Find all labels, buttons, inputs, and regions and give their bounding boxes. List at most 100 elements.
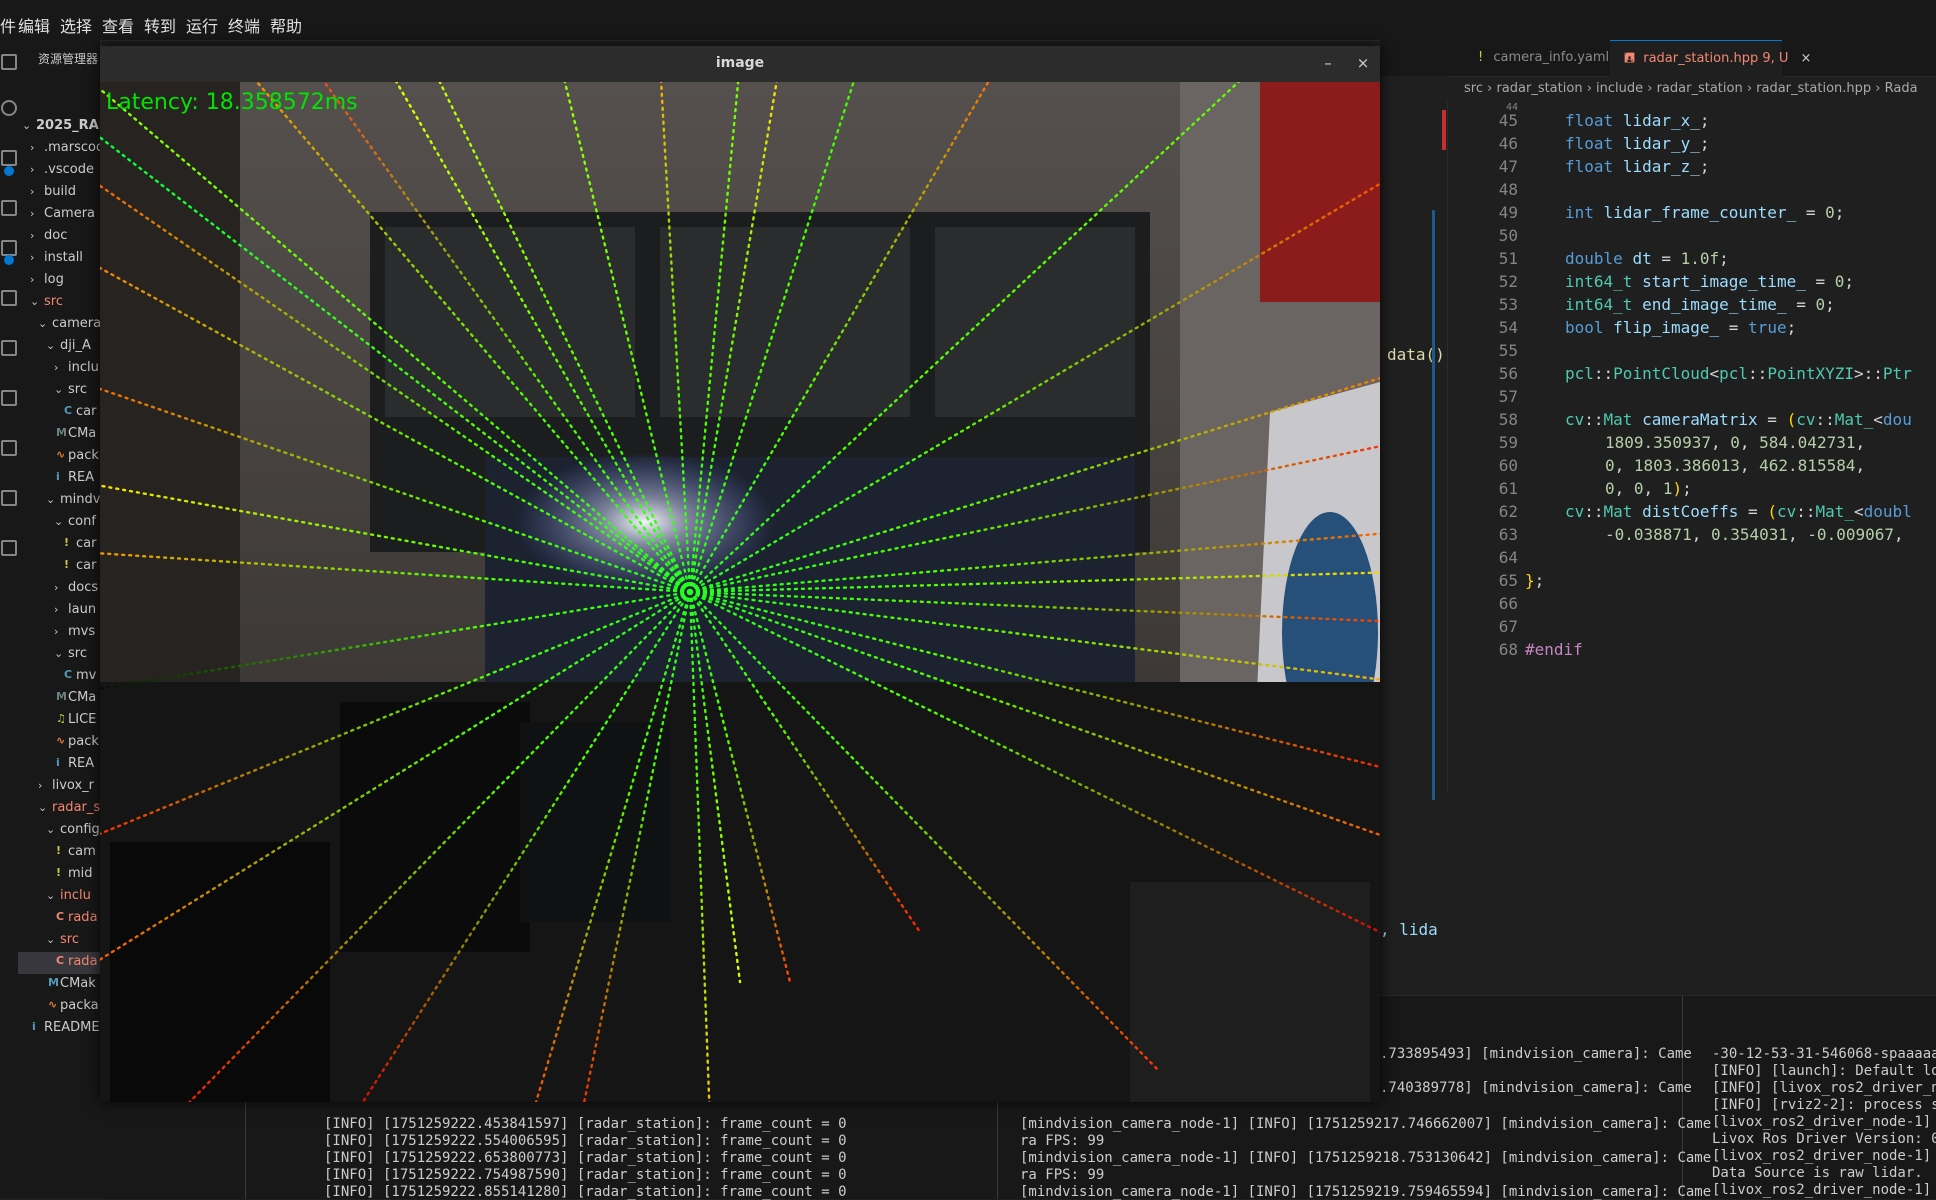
menu-item[interactable]: 帮助 (270, 13, 302, 37)
code-line[interactable]: int lidar_frame_counter_ = 0; (1565, 203, 1844, 222)
git-graph-icon[interactable] (1, 440, 17, 456)
tree-item[interactable]: ⌄ inclu (18, 886, 100, 908)
code-line[interactable]: -0.038871, 0.354031, -0.009067, (1605, 525, 1904, 544)
extensions-icon[interactable] (1, 290, 17, 306)
tree-item[interactable]: ! car (18, 556, 100, 578)
close-tab-icon[interactable]: × (1801, 51, 1812, 66)
timeline-icon[interactable] (1, 490, 17, 506)
code-line[interactable]: cv::Mat distCoeffs = (cv::Mat_<doubl (1565, 502, 1912, 521)
menu-item[interactable]: 运行 (186, 13, 218, 37)
code-line[interactable]: int64_t end_image_time_ = 0; (1565, 295, 1835, 314)
tree-item[interactable]: › mvs (18, 622, 100, 644)
tree-item[interactable]: M CMa (18, 424, 100, 446)
tab-camera-info[interactable]: ! camera_info.yaml (1460, 40, 1609, 76)
tree-item[interactable]: › docs (18, 578, 100, 600)
tree-item[interactable]: Cmv (18, 666, 100, 688)
line-number: 58 (1498, 410, 1518, 429)
tree-item[interactable]: i REA (18, 468, 100, 490)
tree-item[interactable]: Ccar (18, 402, 100, 424)
code-line[interactable]: double dt = 1.0f; (1565, 249, 1729, 268)
menu-item[interactable]: 件 (0, 13, 16, 37)
tree-item[interactable]: ! car (18, 534, 100, 556)
close-button[interactable]: × (1352, 52, 1374, 74)
image-window[interactable]: image – × Latency: 18.358572ms (100, 46, 1380, 1102)
testing-icon[interactable] (1, 340, 17, 356)
run-debug-icon[interactable] (1, 200, 17, 216)
tab-radar-station[interactable]: 🖪 radar_station.hpp 9, U × (1610, 40, 1811, 77)
tree-item[interactable]: ⌄ config (18, 820, 100, 842)
tree-item[interactable]: ⌄ conf (18, 512, 100, 534)
tree-item[interactable]: ⌄ src (18, 930, 100, 952)
code-line[interactable]: float lidar_x_; (1565, 111, 1710, 130)
tree-item[interactable]: ∿ packa (18, 996, 100, 1018)
code-line[interactable]: 0, 1803.386013, 462.815584, (1605, 456, 1865, 475)
tree-item[interactable]: Crada (18, 952, 100, 974)
tree-item[interactable]: ⌄ camera (18, 314, 100, 336)
tree-item[interactable]: M CMa (18, 688, 100, 710)
tree-item-label: config (60, 822, 100, 837)
code-line[interactable]: }; (1525, 571, 1544, 590)
minimize-button[interactable]: – (1317, 52, 1339, 74)
code-line[interactable]: #endif (1525, 640, 1583, 659)
tree-item[interactable]: › .marscode (18, 138, 100, 160)
tree-item-label: REA (68, 756, 95, 771)
code-line[interactable]: pcl::PointCloud<pcl::PointXYZI>::Ptr (1565, 364, 1912, 383)
tree-item[interactable]: › install (18, 248, 100, 270)
file-icon: M (56, 690, 67, 703)
tree-item-label: inclu (60, 888, 91, 903)
chevron-right-icon: › (30, 163, 35, 176)
tree-item[interactable]: › livox_r (18, 776, 100, 798)
menu-item[interactable]: 终端 (228, 13, 260, 37)
tree-item[interactable]: › Camera (18, 204, 100, 226)
code-line[interactable]: bool flip_image_ = true; (1565, 318, 1796, 337)
breadcrumb[interactable]: src › radar_station › include › radar_st… (1380, 76, 1936, 102)
menu-item[interactable]: 选择 (60, 13, 92, 37)
tree-item[interactable]: › log (18, 270, 100, 292)
tree-item[interactable]: ! mid (18, 864, 100, 886)
remote-icon[interactable] (1, 240, 17, 256)
tree-item[interactable]: ! cam (18, 842, 100, 864)
tree-item[interactable]: ∿ pack (18, 446, 100, 468)
tree-item[interactable]: ⌄ src (18, 644, 100, 666)
tree-item[interactable]: M CMak (18, 974, 100, 996)
image-window-title: image (715, 55, 765, 71)
terminal-line: [INFO] [1751259222.453841597] [radar_sta… (324, 1116, 847, 1132)
code-line[interactable]: cv::Mat cameraMatrix = (cv::Mat_<dou (1565, 410, 1912, 429)
code-line[interactable]: 1809.350937, 0, 584.042731, (1605, 433, 1865, 452)
tree-item[interactable]: ∿ pack (18, 732, 100, 754)
menu-item[interactable]: 转到 (144, 13, 176, 37)
scrollbar-track[interactable] (1432, 210, 1435, 800)
menu-item[interactable]: 编辑 (18, 13, 50, 37)
code-line[interactable]: 0, 0, 1); (1605, 479, 1692, 498)
tree-item[interactable]: Crada (18, 908, 100, 930)
image-window-titlebar[interactable]: image – × (100, 46, 1380, 83)
tree-item[interactable]: › doc (18, 226, 100, 248)
code-line[interactable]: float lidar_z_; (1565, 157, 1710, 176)
explorer-icon[interactable] (1, 54, 17, 70)
tree-item[interactable]: i README (18, 1018, 100, 1040)
file-icon: ! (56, 866, 62, 879)
tree-item[interactable]: › .vscode (18, 160, 100, 182)
tree-item[interactable]: i REA (18, 754, 100, 776)
code-line[interactable]: float lidar_y_; (1565, 134, 1710, 153)
tree-item-label: install (44, 250, 83, 265)
chevron-down-icon: ⌄ (38, 317, 48, 330)
tree-item[interactable]: › laun (18, 600, 100, 622)
tree-item[interactable]: ⌄ src (18, 292, 100, 314)
tree-item[interactable]: ⌄ dji_A (18, 336, 100, 358)
file-icon: M (48, 976, 59, 989)
tree-item[interactable]: › build (18, 182, 100, 204)
tree-item[interactable]: ⌄ src (18, 380, 100, 402)
tree-item[interactable]: › inclu (18, 358, 100, 380)
settings-sync-icon[interactable] (1, 540, 17, 556)
tree-item[interactable]: ♫ LICE (18, 710, 100, 732)
tree-item-label: docs (68, 580, 99, 595)
tree-item[interactable]: ⌄ mindv (18, 490, 100, 512)
code-line[interactable]: int64_t start_image_time_ = 0; (1565, 272, 1854, 291)
source-control-icon[interactable] (1, 150, 17, 166)
tree-item[interactable]: ⌄ radar_s (18, 798, 100, 820)
menu-item[interactable]: 查看 (102, 13, 134, 37)
docker-icon[interactable] (1, 390, 17, 406)
search-icon[interactable] (1, 100, 17, 116)
tree-item[interactable]: ⌄ 2025_RADA (18, 116, 100, 138)
